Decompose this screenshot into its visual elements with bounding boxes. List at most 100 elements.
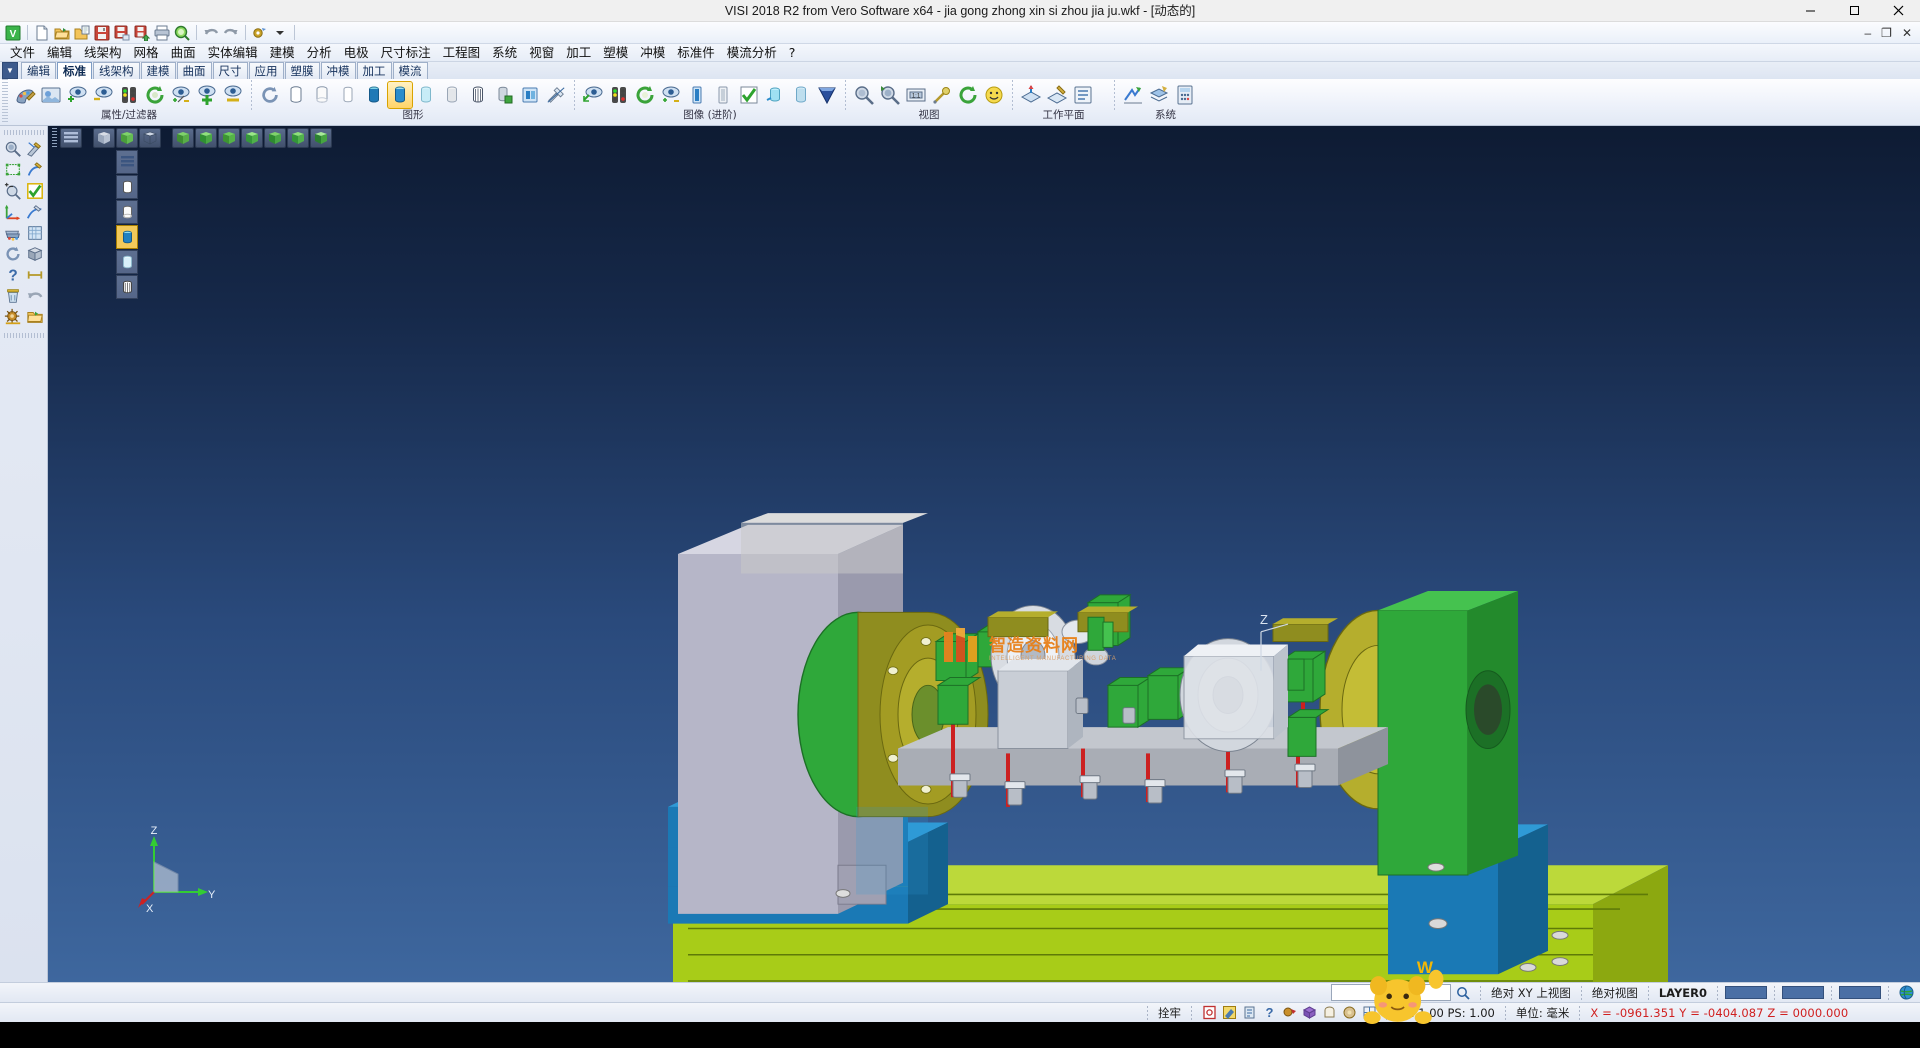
cylinder-selected-icon[interactable]: [388, 82, 412, 108]
left-toolbar-grip[interactable]: [4, 130, 44, 135]
ribbon-tab-0[interactable]: 编辑: [21, 62, 56, 79]
ribbon-tab-7[interactable]: 塑膜: [285, 62, 320, 79]
minimize-button[interactable]: [1788, 0, 1832, 22]
panel-cylinder-wire-icon[interactable]: [116, 275, 138, 299]
mdi-restore-button[interactable]: ❐: [1881, 26, 1892, 40]
cylinder-cyan-icon[interactable]: [763, 82, 787, 108]
curve-pencil-icon[interactable]: [24, 159, 46, 180]
cylinder-grey-icon[interactable]: [440, 82, 464, 108]
menu-item-7[interactable]: 分析: [301, 44, 338, 61]
menu-item-9[interactable]: 尺寸标注: [375, 44, 437, 61]
preview-icon[interactable]: [172, 23, 191, 42]
layer-label[interactable]: LAYER0: [1656, 986, 1710, 1000]
undo-arrow-icon[interactable]: [24, 285, 46, 306]
wireframe-pencil-icon[interactable]: [24, 138, 46, 159]
menu-item-1[interactable]: 编辑: [41, 44, 78, 61]
snap-intersect-icon[interactable]: [1279, 1004, 1299, 1021]
pan-icon[interactable]: [930, 82, 954, 108]
snap-help-icon[interactable]: ?: [1259, 1004, 1279, 1021]
smiley-icon[interactable]: [982, 82, 1006, 108]
cylinder-transparent-icon[interactable]: [414, 82, 438, 108]
axis-move-icon[interactable]: [2, 201, 24, 222]
mdi-close-button[interactable]: ✕: [1902, 26, 1912, 40]
snap-quad-icon[interactable]: [1319, 1004, 1339, 1021]
ribbon-collapse-icon[interactable]: ▼: [2, 62, 18, 79]
workplane-new-icon[interactable]: [1019, 82, 1043, 108]
menu-item-4[interactable]: 曲面: [165, 44, 202, 61]
cylinder-shaded-icon[interactable]: [362, 82, 386, 108]
fit-screen-icon[interactable]: 1:1: [904, 82, 928, 108]
measure-icon[interactable]: [24, 264, 46, 285]
panel-cylinder-shaded-icon[interactable]: [116, 225, 138, 249]
menu-item-10[interactable]: 工程图: [437, 44, 487, 61]
ribbon-tab-5[interactable]: 尺寸: [213, 62, 248, 79]
shade-cone-icon[interactable]: [815, 82, 839, 108]
color-swatch-2[interactable]: [1782, 986, 1824, 999]
menu-item-16[interactable]: 标准件: [671, 44, 721, 61]
menu-item-18[interactable]: ?: [783, 44, 802, 61]
ribbon-tab-10[interactable]: 模流: [393, 62, 428, 79]
workplane-list-icon[interactable]: [1071, 82, 1095, 108]
app-logo-icon[interactable]: V: [3, 23, 22, 42]
zoom-dynamic-icon[interactable]: [878, 82, 902, 108]
bottom-view-icon[interactable]: [310, 128, 332, 148]
menu-item-5[interactable]: 实体编辑: [202, 44, 264, 61]
eye-remove-icon[interactable]: [91, 82, 115, 108]
menu-item-15[interactable]: 冲模: [634, 44, 671, 61]
menu-item-2[interactable]: 线架构: [78, 44, 128, 61]
fit-extents-icon[interactable]: [2, 159, 24, 180]
ribbon-tab-3[interactable]: 建模: [141, 62, 176, 79]
ribbon-tab-4[interactable]: 曲面: [177, 62, 212, 79]
eye-add-icon[interactable]: [65, 82, 89, 108]
cylinder-thin-icon[interactable]: [336, 82, 360, 108]
check-green-icon[interactable]: [24, 180, 46, 201]
save-all-icon[interactable]: [132, 23, 151, 42]
menu-item-13[interactable]: 加工: [560, 44, 597, 61]
color-swatch-3[interactable]: [1839, 986, 1881, 999]
snap-point-icon[interactable]: [1219, 1004, 1239, 1021]
open-folder-icon[interactable]: [24, 306, 46, 327]
refresh-view-icon[interactable]: [143, 82, 167, 108]
print-icon[interactable]: [152, 23, 171, 42]
front-view-icon[interactable]: [195, 128, 217, 148]
shaded-box-icon[interactable]: [24, 243, 46, 264]
panel-cylinder-outline-icon[interactable]: [116, 175, 138, 199]
close-button[interactable]: [1876, 0, 1920, 22]
refresh-icon[interactable]: [258, 82, 282, 108]
curve-edit-icon[interactable]: [24, 201, 46, 222]
cylinder-striped-icon[interactable]: [789, 82, 813, 108]
settings-icon[interactable]: [250, 23, 269, 42]
open-copy-icon[interactable]: [72, 23, 91, 42]
ribbon-tab-2[interactable]: 线架构: [93, 62, 140, 79]
menu-item-11[interactable]: 系统: [486, 44, 523, 61]
snap-label[interactable]: 拴牢: [1155, 1005, 1184, 1021]
snap-tangent-icon[interactable]: [1339, 1004, 1359, 1021]
search-input-field[interactable]: [1334, 987, 1430, 1000]
check-green-icon[interactable]: [737, 82, 761, 108]
zoom-magnifier-icon[interactable]: [2, 138, 24, 159]
mdi-minimize-button[interactable]: –: [1864, 26, 1871, 40]
eye-plus-minus-icon[interactable]: [169, 82, 193, 108]
system-layer-icon[interactable]: [1147, 82, 1171, 108]
snap-near-icon[interactable]: [1359, 1004, 1379, 1021]
bar-blue-icon[interactable]: [685, 82, 709, 108]
cylinder-wire-icon[interactable]: [466, 82, 490, 108]
refresh-green-icon[interactable]: [633, 82, 657, 108]
bar-grey-icon[interactable]: [711, 82, 735, 108]
eye-plus-minus-icon-2[interactable]: [659, 82, 683, 108]
list-view-icon[interactable]: [60, 128, 82, 148]
panel-cylinder-hollow-icon[interactable]: [116, 200, 138, 224]
ribbon-tab-9[interactable]: 加工: [357, 62, 392, 79]
delete-trash-icon[interactable]: [2, 285, 24, 306]
search-icon[interactable]: [1453, 984, 1473, 1001]
left-toolbar-grip-bottom[interactable]: [4, 333, 44, 338]
system-calc-icon[interactable]: [1173, 82, 1197, 108]
system-grid-icon[interactable]: [1121, 82, 1145, 108]
undo-icon[interactable]: [201, 23, 220, 42]
shade-quality-icon[interactable]: [116, 128, 138, 148]
cylinder-green-icon[interactable]: [492, 82, 516, 108]
image-properties-icon[interactable]: [39, 82, 63, 108]
ribbon-tab-1[interactable]: 标准: [57, 62, 92, 79]
zoom-plusminus-icon[interactable]: [2, 180, 24, 201]
help-icon[interactable]: ?: [2, 264, 24, 285]
